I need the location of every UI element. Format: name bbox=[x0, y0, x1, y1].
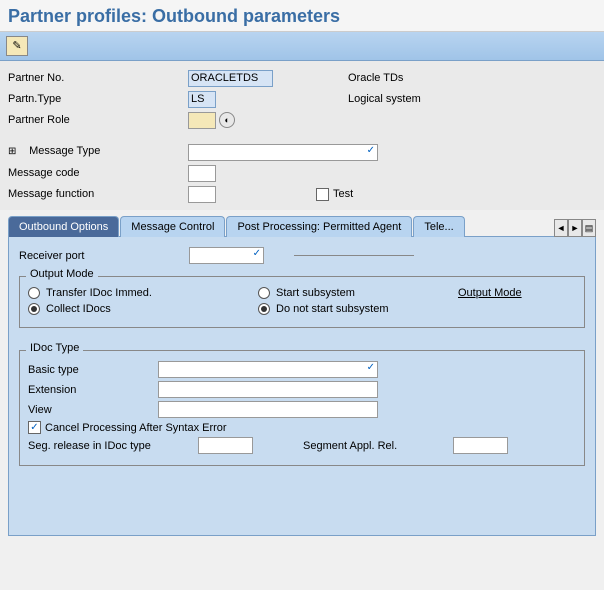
test-label: Test bbox=[333, 188, 353, 200]
tab-scroll-right-icon[interactable]: ► bbox=[568, 219, 582, 237]
partn-type-desc: Logical system bbox=[348, 93, 421, 105]
partner-role-label: Partner Role bbox=[8, 114, 188, 126]
header-form: Partner No. Oracle TDs Partn.Type Logica… bbox=[0, 61, 604, 210]
output-mode-link[interactable]: Output Mode bbox=[458, 287, 522, 299]
message-type-label: Message Type bbox=[29, 145, 100, 157]
seg-release-field[interactable] bbox=[198, 437, 253, 454]
tabstrip: Outbound Options Message Control Post Pr… bbox=[0, 216, 604, 537]
extension-label: Extension bbox=[28, 384, 158, 396]
message-function-field[interactable] bbox=[188, 186, 216, 203]
message-type-field[interactable] bbox=[188, 144, 378, 161]
start-subsystem-label: Start subsystem bbox=[276, 287, 355, 299]
tab-scroll-left-icon[interactable]: ◄ bbox=[554, 219, 568, 237]
page-title: Partner profiles: Outbound parameters bbox=[0, 0, 604, 32]
required-check-icon: ✓ bbox=[253, 248, 261, 259]
partn-type-label: Partn.Type bbox=[8, 93, 188, 105]
message-code-field[interactable] bbox=[188, 165, 216, 182]
view-label: View bbox=[28, 404, 158, 416]
required-check-icon: ✓ bbox=[367, 362, 375, 373]
output-mode-title: Output Mode bbox=[26, 268, 98, 280]
idoc-type-title: IDoc Type bbox=[26, 342, 83, 354]
transfer-immed-radio[interactable] bbox=[28, 287, 40, 299]
collect-idocs-label: Collect IDocs bbox=[46, 303, 111, 315]
partner-no-label: Partner No. bbox=[8, 72, 188, 84]
f4-help-icon[interactable]: ◐ bbox=[219, 112, 235, 128]
test-checkbox[interactable] bbox=[316, 188, 329, 201]
tab-panel-outbound: Receiver port ✓ Output Mode Transfer IDo… bbox=[8, 236, 596, 536]
partner-no-field[interactable] bbox=[188, 70, 273, 87]
basic-type-field[interactable] bbox=[158, 361, 378, 378]
tab-list-icon[interactable]: ▤ bbox=[582, 219, 596, 237]
message-code-label: Message code bbox=[8, 167, 188, 179]
tab-post-processing[interactable]: Post Processing: Permitted Agent bbox=[226, 216, 412, 237]
no-start-subsystem-label: Do not start subsystem bbox=[276, 303, 389, 315]
receiver-port-label: Receiver port bbox=[19, 250, 189, 262]
partner-no-desc: Oracle TDs bbox=[348, 72, 403, 84]
edit-icon[interactable]: ✎ bbox=[6, 36, 28, 56]
cancel-processing-checkbox[interactable]: ✓ bbox=[28, 421, 41, 434]
partn-type-field[interactable] bbox=[188, 91, 216, 108]
view-field[interactable] bbox=[158, 401, 378, 418]
required-check-icon: ✓ bbox=[367, 145, 375, 156]
tree-icon[interactable]: ⊞ bbox=[8, 146, 22, 160]
partner-role-field[interactable] bbox=[188, 112, 216, 129]
cancel-processing-label: Cancel Processing After Syntax Error bbox=[45, 422, 227, 434]
tab-message-control[interactable]: Message Control bbox=[120, 216, 225, 237]
collect-idocs-radio[interactable] bbox=[28, 303, 40, 315]
transfer-immed-label: Transfer IDoc Immed. bbox=[46, 287, 152, 299]
tab-tele[interactable]: Tele... bbox=[413, 216, 464, 237]
toolbar: ✎ bbox=[0, 32, 604, 61]
seg-appl-label: Segment Appl. Rel. bbox=[303, 440, 453, 452]
message-function-label: Message function bbox=[8, 188, 188, 200]
no-start-subsystem-radio[interactable] bbox=[258, 303, 270, 315]
seg-release-label: Seg. release in IDoc type bbox=[28, 440, 198, 452]
output-mode-group: Output Mode Transfer IDoc Immed. Start s… bbox=[19, 276, 585, 328]
basic-type-label: Basic type bbox=[28, 364, 158, 376]
idoc-type-group: IDoc Type Basic type ✓ Extension View ✓ … bbox=[19, 350, 585, 466]
start-subsystem-radio[interactable] bbox=[258, 287, 270, 299]
tab-outbound-options[interactable]: Outbound Options bbox=[8, 216, 119, 237]
extension-field[interactable] bbox=[158, 381, 378, 398]
seg-appl-field[interactable] bbox=[453, 437, 508, 454]
